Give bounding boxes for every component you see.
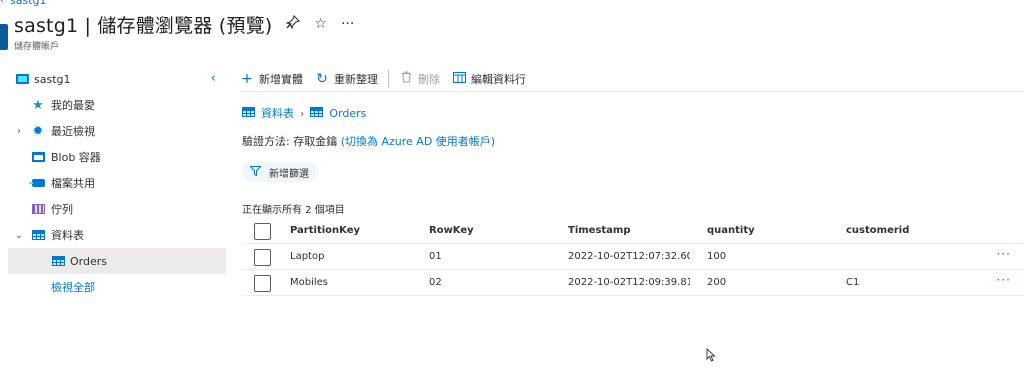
edit-columns-icon	[452, 71, 466, 87]
table-row[interactable]: Mobiles 02 2022-10-02T12:09:39.81... 200…	[242, 270, 1024, 296]
cell-quantity: 100	[707, 251, 727, 262]
row-checkbox[interactable]	[254, 275, 271, 292]
queue-icon	[31, 203, 45, 215]
sidebar-item-recent[interactable]: › ✹ 最近檢視	[8, 118, 226, 144]
table-icon	[51, 255, 65, 267]
sidebar-item-orders[interactable]: Orders	[8, 248, 226, 274]
pin-icon[interactable]	[285, 14, 301, 33]
cell-timestamp: 2022-10-02T12:07:32.60...	[568, 251, 690, 262]
sidebar-item-label: Blob 容器	[51, 151, 101, 164]
table-icon	[242, 106, 255, 120]
sidebar-item-label: 檔案共用	[51, 177, 95, 190]
edit-columns-button[interactable]: 編輯資料行	[452, 71, 526, 87]
page-title: sastg1 | 儲存體瀏覽器 (預覽)	[14, 14, 273, 37]
chevron-right-icon: ›	[300, 106, 305, 120]
cell-quantity: 200	[707, 277, 727, 288]
sidebar-item-blob-containers[interactable]: Blob 容器	[8, 144, 226, 170]
cell-partitionkey: Mobiles	[290, 277, 329, 288]
sidebar-item-favorites[interactable]: ★ 我的最愛	[8, 92, 226, 118]
star-icon[interactable]: ☆	[314, 16, 327, 32]
trash-icon	[399, 71, 413, 87]
command-bar: + 新增實體 ↻ 重新整理 刪除 編輯資料行	[240, 66, 1024, 92]
cell-rowkey: 02	[429, 277, 442, 288]
column-header[interactable]: quantity	[707, 225, 827, 236]
refresh-button[interactable]: ↻ 重新整理	[315, 71, 378, 87]
breadcrumb-orders-link[interactable]: Orders	[329, 107, 366, 120]
table-header-row: PartitionKey RowKey Timestamp quantity c…	[242, 218, 1024, 244]
filter-icon	[249, 165, 262, 179]
chevron-left-icon: ‹	[0, 0, 4, 6]
delete-button[interactable]: 刪除	[399, 71, 440, 87]
blob-container-icon	[31, 151, 45, 163]
gear-icon: ✹	[32, 123, 44, 139]
sidebar-item-tables[interactable]: ⌄ 資料表	[8, 222, 226, 248]
cell-rowkey: 01	[429, 251, 442, 262]
add-entity-button[interactable]: + 新增實體	[240, 71, 303, 87]
page-subtitle: 儲存體帳戶	[14, 42, 60, 52]
table-row[interactable]: Laptop 01 2022-10-02T12:07:32.60... 100 …	[242, 244, 1024, 270]
add-entity-label: 新增實體	[259, 72, 303, 86]
sidebar-item-file-shares[interactable]: 檔案共用	[8, 170, 226, 196]
sidebar-item-queues[interactable]: 佇列	[8, 196, 226, 222]
column-header[interactable]: RowKey	[429, 225, 549, 236]
switch-auth-link[interactable]: (切換為 Azure AD 使用者帳戶)	[341, 135, 495, 148]
auth-method: 驗證方法: 存取金鑰 (切換為 Azure AD 使用者帳戶)	[242, 133, 495, 149]
top-breadcrumb-label[interactable]: sastg1	[10, 0, 47, 7]
storage-account-icon	[0, 24, 8, 50]
sidebar: ‹ sastg1 ★ 我的最愛 › ✹ 最近檢視 Blob 容器 檔案共用 佇列…	[8, 66, 226, 300]
row-checkbox[interactable]	[254, 249, 271, 266]
add-filter-label: 新增篩選	[269, 168, 309, 180]
sidebar-item-label: Orders	[70, 254, 107, 268]
column-header[interactable]: Timestamp	[568, 225, 690, 236]
star-icon: ★	[32, 97, 44, 113]
item-count: 正在顯示所有 2 個項目	[242, 205, 345, 216]
table-icon	[310, 106, 324, 120]
refresh-label: 重新整理	[334, 72, 378, 86]
sidebar-item-view-all[interactable]: 檢視全部	[8, 274, 226, 300]
add-filter-button[interactable]: 新增篩選	[242, 162, 319, 182]
edit-columns-label: 編輯資料行	[471, 72, 526, 86]
sidebar-item-label: sastg1	[34, 72, 71, 86]
sidebar-item-label: 資料表	[51, 229, 84, 242]
cell-timestamp: 2022-10-02T12:09:39.81...	[568, 277, 690, 288]
sidebar-item-label: 我的最愛	[51, 99, 95, 112]
refresh-icon: ↻	[316, 70, 328, 87]
row-more-icon[interactable]: ···	[997, 273, 1011, 287]
file-share-icon	[28, 177, 45, 189]
sidebar-item-label: 佇列	[51, 203, 73, 216]
column-header[interactable]: PartitionKey	[290, 225, 410, 236]
entity-table: PartitionKey RowKey Timestamp quantity c…	[242, 218, 1024, 296]
auth-method-text: 驗證方法: 存取金鑰	[242, 135, 338, 148]
storage-account-icon	[15, 73, 29, 85]
top-breadcrumb[interactable]: ‹ sastg1	[0, 0, 47, 7]
ellipsis-icon[interactable]: ···	[341, 16, 354, 32]
table-icon	[31, 229, 45, 241]
sidebar-item-sastg1[interactable]: sastg1	[8, 66, 226, 92]
delete-label: 刪除	[418, 72, 440, 86]
breadcrumb-tables-link[interactable]: 資料表	[261, 105, 294, 121]
view-all-link[interactable]: 檢視全部	[51, 279, 95, 295]
sidebar-item-label: 最近檢視	[51, 125, 95, 138]
cell-partitionkey: Laptop	[290, 251, 325, 262]
cell-customerid: C1	[846, 277, 860, 288]
breadcrumb: 資料表 › Orders	[242, 105, 366, 121]
plus-icon: +	[241, 70, 253, 87]
toolbar-divider	[388, 69, 389, 88]
column-header[interactable]: customerid	[846, 225, 966, 236]
row-more-icon[interactable]: ···	[997, 247, 1011, 261]
mouse-cursor-icon	[706, 348, 716, 362]
chevron-right-icon[interactable]: ›	[14, 126, 24, 137]
chevron-down-icon[interactable]: ⌄	[14, 230, 24, 241]
select-all-checkbox[interactable]	[254, 223, 271, 240]
page-header: sastg1 | 儲存體瀏覽器 (預覽) ☆ ··· 儲存體帳戶	[0, 10, 354, 54]
